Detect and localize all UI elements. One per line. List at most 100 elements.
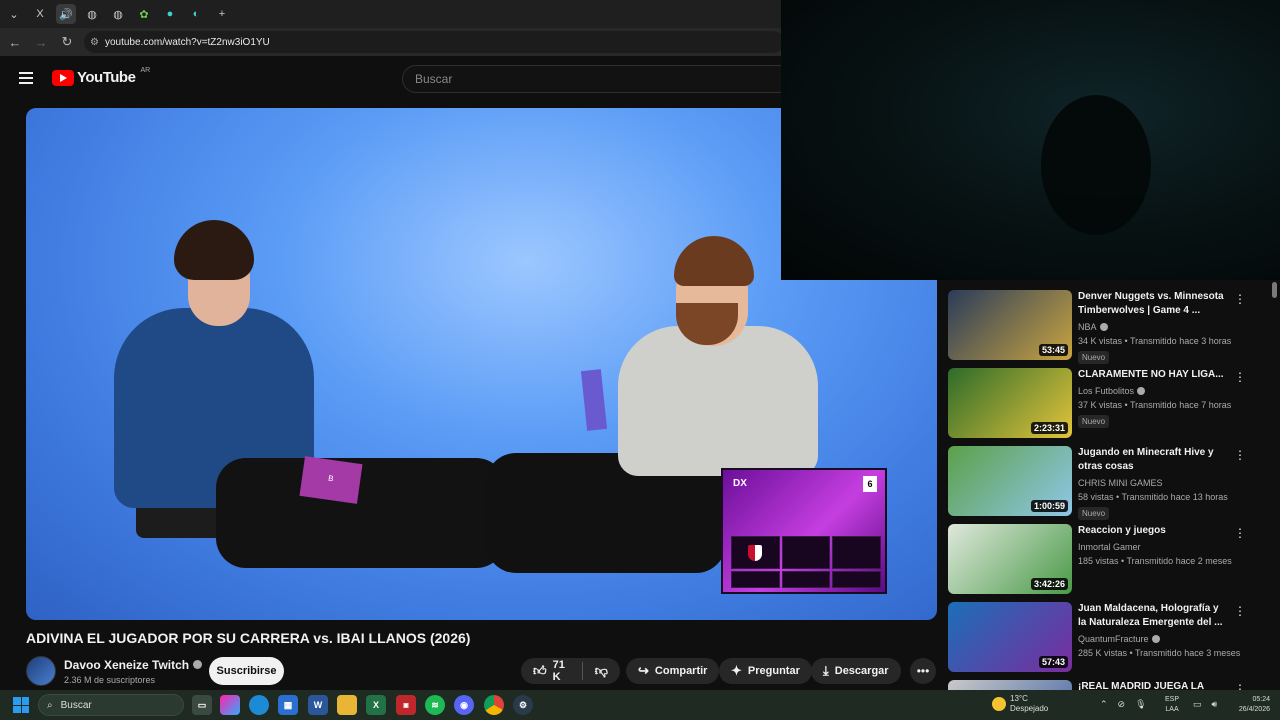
microphone-icon[interactable]: 🎙︎ — [1135, 699, 1146, 710]
tab-6[interactable]: ● — [160, 4, 180, 24]
tab-list-button[interactable]: ⌄ — [4, 4, 24, 24]
network-off-icon[interactable]: ⊘ — [1118, 699, 1126, 710]
excel-icon[interactable]: X — [366, 695, 386, 715]
duration-badge: 3:42:26 — [1030, 578, 1068, 590]
download-label: Descargar — [834, 665, 889, 677]
tab-4[interactable]: ◍ — [108, 4, 128, 24]
new-badge: Nuevo — [1078, 507, 1110, 520]
more-options-icon[interactable]: ⋮ — [1234, 292, 1246, 306]
search-input[interactable]: Buscar — [402, 65, 792, 93]
overlay-slot — [781, 536, 831, 569]
stream-overlay-panel: DX 6 — [721, 468, 887, 594]
more-options-icon[interactable]: ⋮ — [1234, 370, 1246, 384]
url-field[interactable]: ⚙ youtube.com/watch?v=tZ2nw3iO1YU — [84, 31, 784, 53]
recommendation-item[interactable]: 57:43 Juan Maldacena, Holografía y la Nat… — [948, 602, 1268, 678]
recommendation-item[interactable]: 1:00:59 Jugando en Minecraft Hive y otras… — [948, 446, 1268, 522]
verified-icon — [1099, 323, 1108, 331]
video-thumbnail[interactable]: 53:45 — [948, 290, 1072, 360]
lang-bottom: LAA — [1165, 706, 1179, 713]
input-language[interactable]: ESP LAA — [1165, 695, 1179, 715]
recommendation-item[interactable]: 3:42:26 Reaccion y juegos Inmortal Gamer 18… — [948, 524, 1268, 600]
ask-label: Preguntar — [747, 665, 800, 677]
channel-avatar[interactable] — [26, 656, 56, 686]
channel-name: CHRIS MINI GAMES — [1078, 478, 1163, 488]
dislike-button[interactable]: 👎︎ — [595, 663, 608, 679]
recommendation-title[interactable]: Jugando en Minecraft Hive y otras cosas — [1078, 446, 1228, 474]
site-info-icon[interactable]: ⚙ — [90, 37, 99, 48]
download-button[interactable]: ⤓ Descargar — [811, 658, 901, 684]
recommendation-channel[interactable]: Los Futbolitos — [1078, 386, 1146, 396]
steam-icon[interactable]: ⚙ — [513, 695, 533, 715]
tab-youtube-active[interactable]: 🔊 — [56, 4, 76, 24]
weather-widget[interactable]: 13°C Despejado — [992, 694, 1048, 714]
new-tab-button[interactable]: + — [212, 4, 232, 24]
recommendation-title[interactable]: ¡REAL MADRID JUEGA LA — [1078, 680, 1228, 690]
video-thumbnail[interactable]: 3:42:26 — [948, 524, 1072, 594]
discord-icon[interactable]: ◉ — [454, 695, 474, 715]
back-button[interactable]: ← — [6, 35, 24, 50]
overlay-slot — [781, 571, 831, 588]
recommendation-item[interactable]: ¡REAL MADRID JUEGA LA ⋮ — [948, 680, 1268, 690]
word-icon[interactable]: W — [308, 695, 328, 715]
recommendation-item[interactable]: 53:45 Denver Nuggets vs. Minnesota Timber… — [948, 290, 1268, 366]
video-thumbnail[interactable] — [948, 680, 1072, 690]
duration-badge: 2:23:31 — [1030, 422, 1068, 434]
speaker-icon: 🔊 — [59, 8, 73, 21]
recommendation-channel[interactable]: Inmortal Gamer — [1078, 542, 1141, 552]
more-options-icon[interactable]: ⋮ — [1234, 448, 1246, 462]
app-red-icon[interactable]: ▣ — [396, 695, 416, 715]
more-options-icon[interactable]: ⋮ — [1234, 682, 1246, 690]
subscribe-button[interactable]: Suscribirse — [209, 657, 284, 685]
copilot-icon[interactable] — [220, 695, 240, 715]
overlay-slot — [731, 536, 780, 569]
folder-icon[interactable] — [337, 695, 357, 715]
menu-icon[interactable] — [19, 72, 33, 84]
chrome-icon[interactable] — [484, 695, 504, 715]
more-options-icon[interactable]: ⋮ — [1234, 604, 1246, 618]
like-button[interactable]: 👍︎ — [533, 663, 547, 679]
recommendation-channel[interactable]: QuantumFracture — [1078, 634, 1160, 644]
share-button[interactable]: ↪ Compartir — [626, 658, 720, 684]
video-thumbnail[interactable]: 57:43 — [948, 602, 1072, 672]
taskbar-search[interactable]: ⌕ Buscar — [38, 694, 184, 716]
task-view-icon[interactable]: ▭ — [192, 695, 212, 715]
youtube-logo[interactable]: YouTube AR — [52, 67, 150, 86]
recommendation-channel[interactable]: CHRIS MINI GAMES — [1078, 478, 1163, 488]
store-icon[interactable]: ▦ — [278, 695, 298, 715]
tab-x[interactable]: X — [30, 4, 50, 24]
share-label: Compartir — [654, 665, 708, 677]
channel-name[interactable]: Davoo Xeneize Twitch — [64, 658, 189, 672]
video-thumbnail[interactable]: 1:00:59 — [948, 446, 1072, 516]
video-thumbnail[interactable]: 2:23:31 — [948, 368, 1072, 438]
clock[interactable]: 05:24 26/4/2026 — [1226, 695, 1270, 715]
camera-silhouette — [1041, 95, 1151, 235]
recommendation-title[interactable]: Denver Nuggets vs. Minnesota Timberwolve… — [1078, 290, 1228, 318]
reload-button[interactable]: ↻ — [58, 34, 76, 50]
time: 05:24 — [1252, 696, 1270, 703]
tab-3[interactable]: ◍ — [82, 4, 102, 24]
duration-badge: 53:45 — [1038, 344, 1068, 356]
more-actions-button[interactable]: ••• — [910, 658, 936, 684]
windows-start-icon[interactable] — [13, 697, 29, 713]
more-options-icon[interactable]: ⋮ — [1234, 526, 1246, 540]
edge-icon[interactable] — [249, 695, 269, 715]
card-letter: B — [327, 473, 335, 484]
ask-button[interactable]: ✦ Preguntar — [719, 658, 812, 684]
channel-name: Inmortal Gamer — [1078, 542, 1141, 552]
download-icon: ⤓ — [823, 663, 829, 678]
recommendation-channel[interactable]: NBA — [1078, 322, 1108, 332]
atletico-crest-icon — [748, 544, 763, 561]
tab-7[interactable]: ◐ — [186, 4, 206, 24]
recommendation-title[interactable]: CLARAMENTE NO HAY LIGA... — [1078, 368, 1228, 382]
forward-button[interactable]: → — [32, 35, 50, 50]
sidebar-scrollbar[interactable] — [1272, 282, 1277, 298]
recommendation-title[interactable]: Reaccion y juegos — [1078, 524, 1228, 538]
chevron-up-icon[interactable]: ⌃ — [1100, 699, 1108, 710]
recommendation-item[interactable]: 2:23:31 CLARAMENTE NO HAY LIGA... Los Futb… — [948, 368, 1268, 444]
volume-icon[interactable]: 🔊︎ — [1212, 699, 1218, 710]
recommendation-title[interactable]: Juan Maldacena, Holografía y la Naturale… — [1078, 602, 1228, 630]
spotify-icon[interactable]: ≋ — [425, 695, 445, 715]
recommendation-meta: 185 vistas • Transmitido hace 2 meses — [1078, 556, 1232, 566]
tab-5[interactable]: ✿ — [134, 4, 154, 24]
display-icon[interactable]: ▭ — [1193, 699, 1202, 710]
